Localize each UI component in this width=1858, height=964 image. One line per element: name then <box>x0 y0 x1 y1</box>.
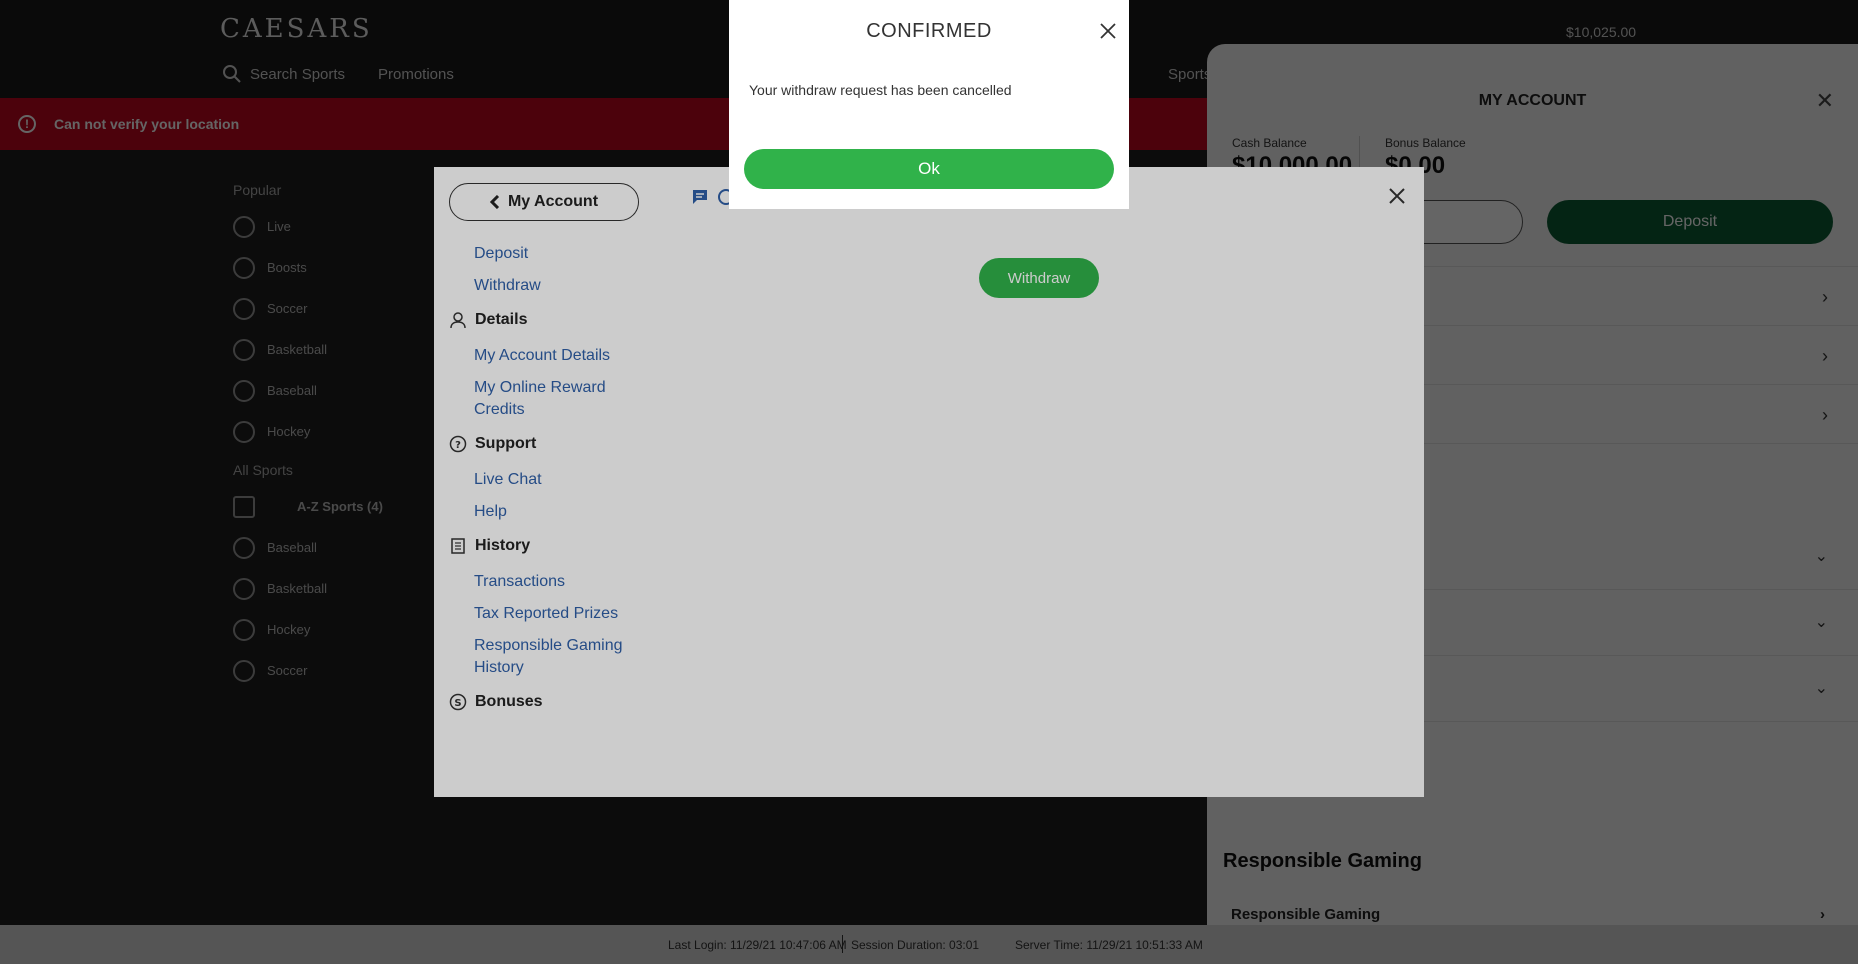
confirmed-dialog: CONFIRMED Your withdraw request has been… <box>729 0 1129 209</box>
dialog-close-icon[interactable] <box>1099 22 1117 40</box>
confirmed-dialog-message: Your withdraw request has been cancelled <box>749 82 1012 98</box>
confirmed-dialog-title: CONFIRMED <box>866 20 992 42</box>
ok-button[interactable]: Ok <box>744 149 1114 189</box>
